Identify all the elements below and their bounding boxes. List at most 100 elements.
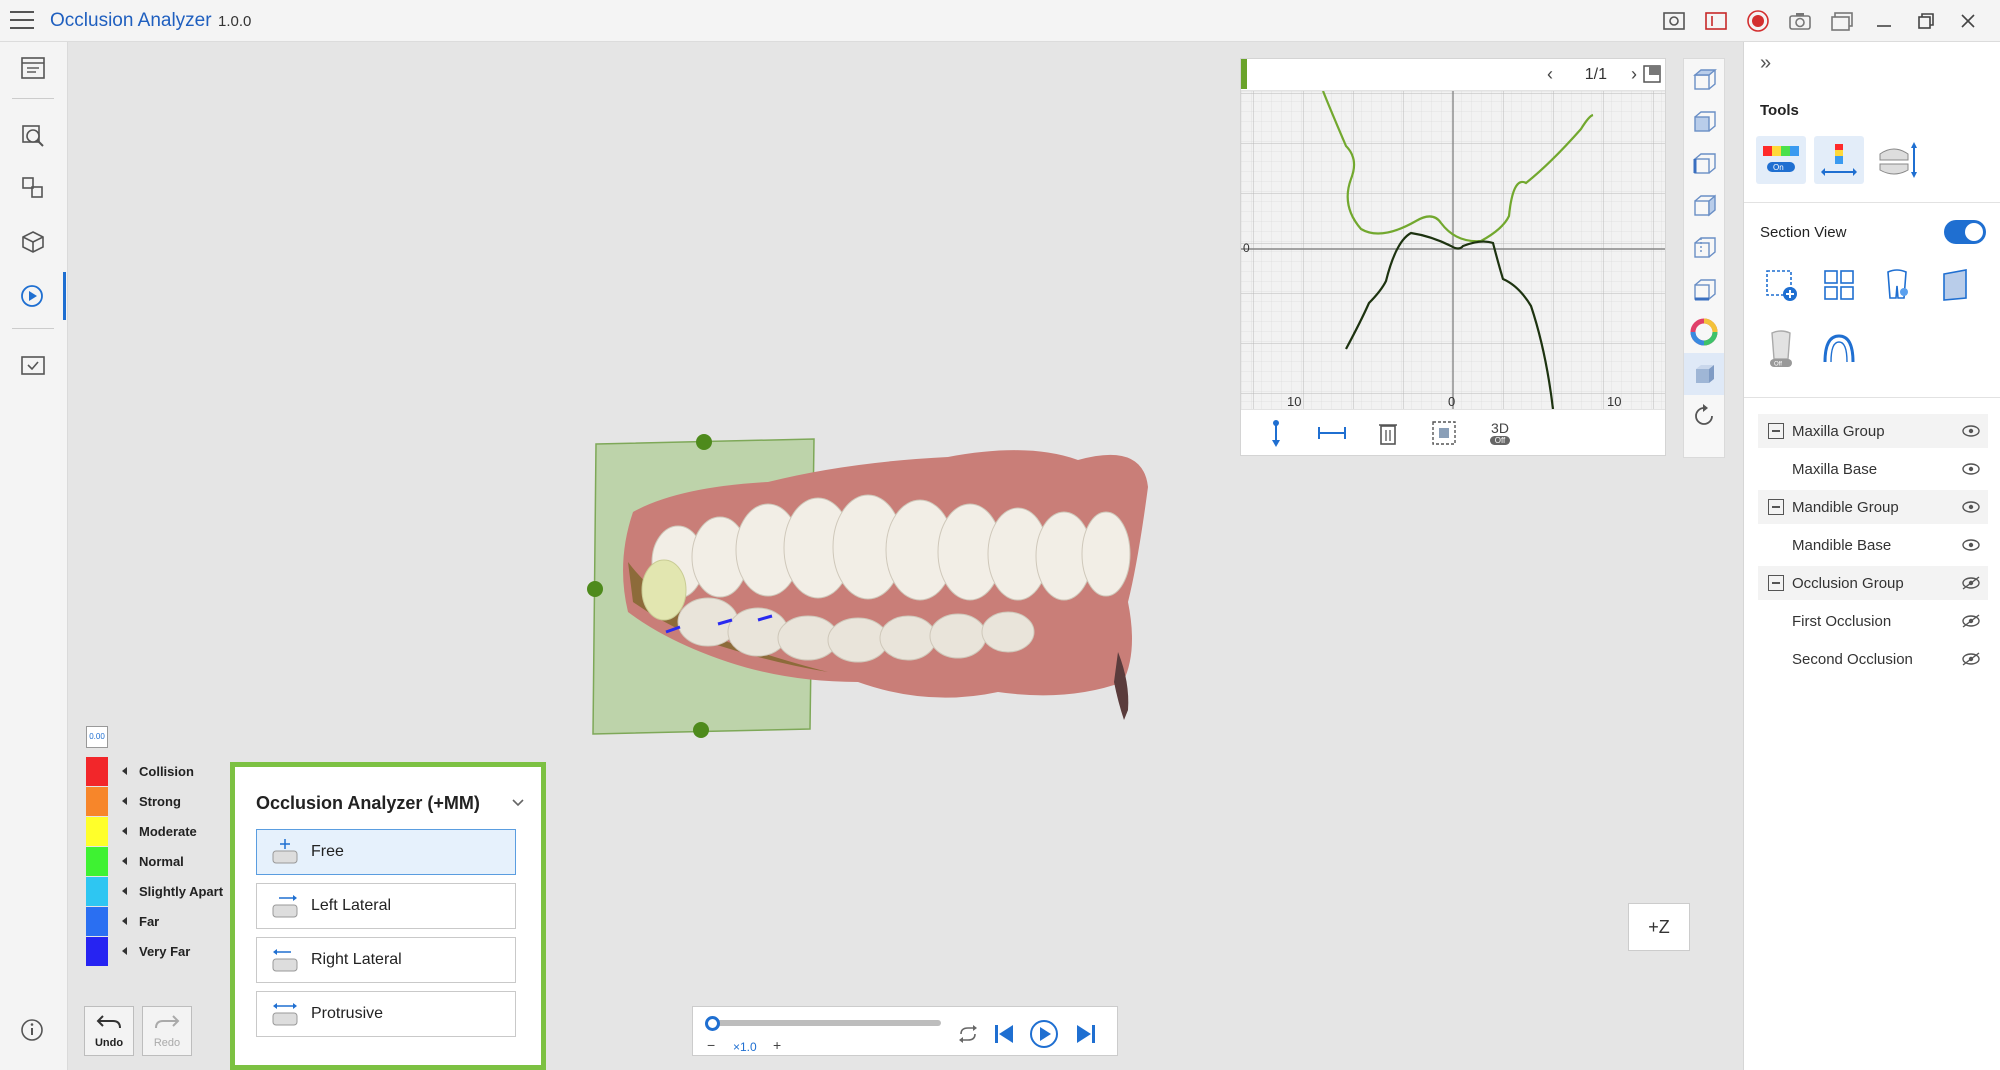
section-plane-icon[interactable] (1932, 262, 1978, 308)
view-bottom-icon[interactable] (1684, 269, 1724, 311)
grid-toggle-button[interactable] (1427, 416, 1461, 450)
legend-row-moderate[interactable]: Moderate (86, 816, 197, 846)
layer-label: Mandible Base (1792, 536, 1892, 554)
speed-decrease-button[interactable]: − (707, 1037, 715, 1053)
menu-icon[interactable] (10, 11, 34, 31)
play-icon[interactable] (1029, 1019, 1059, 1049)
chart-prev-button[interactable]: ‹ (1547, 64, 1553, 85)
3d-toggle-button[interactable]: 3D Off (1483, 416, 1517, 450)
collapse-icon[interactable] (1768, 423, 1784, 439)
eye-icon[interactable] (1960, 537, 1982, 553)
skip-forward-icon[interactable] (1071, 1019, 1101, 1049)
chart-tick-left: 10 (1287, 394, 1302, 409)
play-analysis-icon[interactable] (0, 272, 66, 320)
eye-off-icon[interactable] (1960, 613, 1982, 629)
undo-button[interactable]: Undo (84, 1006, 134, 1056)
solid-view-icon[interactable] (1684, 353, 1724, 395)
legend-row-far[interactable]: Far (86, 906, 159, 936)
redo-icon (143, 1007, 191, 1037)
close-icon[interactable] (1954, 8, 1982, 34)
tool-on-label: On (1773, 163, 1784, 172)
capture-region-icon[interactable] (1702, 8, 1730, 34)
eye-icon[interactable] (1960, 423, 1982, 439)
speed-increase-button[interactable]: + (773, 1037, 781, 1053)
legend-label: Very Far (139, 943, 191, 959)
model-icon[interactable] (0, 218, 66, 266)
record-icon[interactable] (1744, 8, 1772, 34)
chevron-down-icon[interactable] (509, 793, 527, 811)
3d-off-label: Off (1489, 436, 1511, 445)
chart-popout-icon[interactable] (1643, 65, 1661, 88)
legend-row-very-far[interactable]: Very Far (86, 936, 190, 966)
playback-slider-knob[interactable] (705, 1016, 720, 1031)
legend-row-strong[interactable]: Strong (86, 786, 181, 816)
report-icon[interactable] (0, 44, 66, 92)
layer-second-occlusion[interactable]: Second Occlusion (1758, 642, 1988, 676)
mode-right-lateral-button[interactable]: Right Lateral (256, 937, 516, 983)
eye-off-icon[interactable] (1960, 575, 1982, 591)
delete-button[interactable] (1371, 416, 1405, 450)
layer-first-occlusion[interactable]: First Occlusion (1758, 604, 1988, 638)
measure-horizontal-button[interactable] (1315, 416, 1349, 450)
jaw-gap-tool[interactable] (1872, 136, 1922, 184)
legend-row-normal[interactable]: Normal (86, 846, 184, 876)
multi-section-icon[interactable] (1816, 262, 1862, 308)
legend-reset-button[interactable]: 0.00 (86, 726, 108, 748)
legend-label: Moderate (139, 823, 197, 839)
view-top-icon[interactable] (1684, 59, 1724, 101)
inspect-icon[interactable] (0, 112, 66, 160)
layer-maxilla-base[interactable]: Maxilla Base (1758, 452, 1988, 486)
eye-icon[interactable] (1960, 499, 1982, 515)
view-right-icon[interactable] (1684, 185, 1724, 227)
mode-free-button[interactable]: Free (256, 829, 516, 875)
collapse-icon[interactable] (1768, 575, 1784, 591)
export-check-icon[interactable] (0, 340, 66, 388)
view-front-icon[interactable] (1684, 101, 1724, 143)
3d-label: 3D (1491, 420, 1509, 436)
chart-next-button[interactable]: › (1631, 64, 1637, 85)
section-tooth-icon[interactable] (1874, 262, 1920, 308)
align-icon[interactable] (0, 164, 66, 212)
collapse-icon[interactable] (1768, 499, 1784, 515)
mode-left-lateral-button[interactable]: Left Lateral (256, 883, 516, 929)
gallery-icon[interactable] (1828, 8, 1856, 34)
minimize-icon[interactable] (1870, 8, 1898, 34)
scan-icon[interactable] (1660, 8, 1688, 34)
collapse-panel-icon[interactable]: » (1760, 52, 1771, 75)
playback-slider[interactable] (711, 1020, 941, 1026)
mode-label: Left Lateral (311, 897, 392, 914)
section-view-toggle[interactable] (1944, 220, 1986, 244)
layer-label: First Occlusion (1792, 612, 1892, 630)
camera-icon[interactable] (1786, 8, 1814, 34)
skip-back-icon[interactable] (989, 1019, 1019, 1049)
legend-row-collision[interactable]: Collision (86, 756, 194, 786)
layer-mandible-base[interactable]: Mandible Base (1758, 528, 1988, 562)
mode-protrusive-button[interactable]: Protrusive (256, 991, 516, 1037)
restore-icon[interactable] (1912, 8, 1940, 34)
chart-pager: 1/1 (1584, 66, 1607, 83)
eye-off-icon[interactable] (1960, 651, 1982, 667)
protrusive-icon (267, 997, 303, 1031)
distance-map-tool[interactable] (1814, 136, 1864, 184)
redo-button[interactable]: Redo (142, 1006, 192, 1056)
loop-icon[interactable] (953, 1019, 983, 1049)
view-back-icon[interactable] (1684, 227, 1724, 269)
occlusion-map-tool[interactable]: On (1756, 136, 1806, 184)
reset-view-icon[interactable] (1684, 395, 1724, 437)
layer-maxilla-group[interactable]: Maxilla Group (1758, 414, 1988, 448)
legend-row-slightly-apart[interactable]: Slightly Apart (86, 876, 223, 906)
layer-mandible-group[interactable]: Mandible Group (1758, 490, 1988, 524)
orientation-badge[interactable]: +Z (1628, 903, 1690, 951)
section-off-icon[interactable]: Off (1758, 326, 1804, 372)
color-map-icon[interactable] (1684, 311, 1724, 353)
mode-label: Right Lateral (311, 951, 402, 968)
measure-vertical-button[interactable] (1259, 416, 1293, 450)
legend-swatch (86, 846, 108, 876)
mode-label: Free (311, 843, 344, 860)
view-left-icon[interactable] (1684, 143, 1724, 185)
add-section-icon[interactable] (1758, 262, 1804, 308)
layer-occlusion-group[interactable]: Occlusion Group (1758, 566, 1988, 600)
arch-icon[interactable] (1816, 326, 1862, 372)
info-icon[interactable] (20, 1018, 44, 1042)
eye-icon[interactable] (1960, 461, 1982, 477)
